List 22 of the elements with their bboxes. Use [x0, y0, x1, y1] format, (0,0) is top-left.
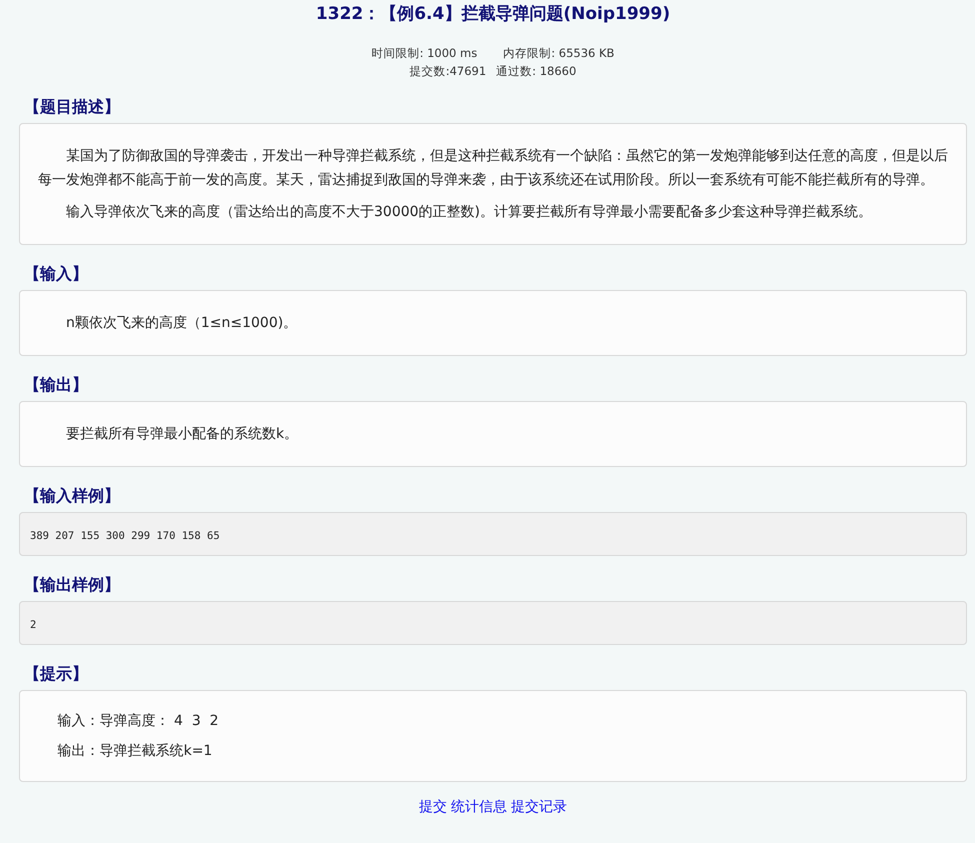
paragraph: 某国为了防御敌国的导弹袭击，开发出一种导弹拦截系统，但是这种拦截系统有一个缺陷：虽然它的第一发炮弹能够到达任意的高度，但是以后每一发炮弹都不能高于前一发的高度。某天，雷达捕捉到敌国的导弹来袭，由于该系统还在试用阶段。所以一套系统有可能不能拦截所有的导弹。 [38, 147, 948, 190]
limit-info: 内存限制: 65536 KB [503, 45, 614, 62]
footer-link[interactable]: 提交记录 [511, 798, 567, 816]
hint-line: 输入：导弹高度： 4 3 2 [56, 712, 220, 731]
section-heading: 【题目描述】 [24, 96, 121, 118]
section-heading: 【输入样例】 [24, 485, 121, 507]
paragraph: n颗依次飞来的高度（1≤n≤1000)。 [65, 314, 298, 333]
sample-data: 389 207 155 300 299 170 158 65 [30, 529, 220, 544]
footer-link[interactable]: 提交 [419, 798, 447, 816]
limit-info: 提交数:47691 [410, 63, 486, 80]
paragraph: 要拦截所有导弹最小配备的系统数k。 [65, 425, 300, 444]
section-heading: 【输出样例】 [24, 574, 121, 596]
section-heading: 【输出】 [24, 374, 89, 396]
limit-info: 通过数: 18660 [496, 63, 576, 80]
paragraph: 输入导弹依次飞来的高度（雷达给出的高度不大于30000的正整数)。计算要拦截所有导弹最小需要配备多少套这种导弹拦截系统。 [65, 203, 873, 222]
footer-link[interactable]: 统计信息 [451, 798, 507, 816]
limit-info: 时间限制: 1000 ms [372, 45, 478, 62]
section-heading: 【提示】 [24, 663, 89, 685]
hint-line: 输出：导弹拦截系统k=1 [56, 742, 214, 761]
sample-data: 2 [30, 618, 36, 633]
section-heading: 【输入】 [24, 263, 89, 285]
problem-title: 1322：【例6.4】拦截导弹问题(Noip1999) [314, 3, 672, 26]
